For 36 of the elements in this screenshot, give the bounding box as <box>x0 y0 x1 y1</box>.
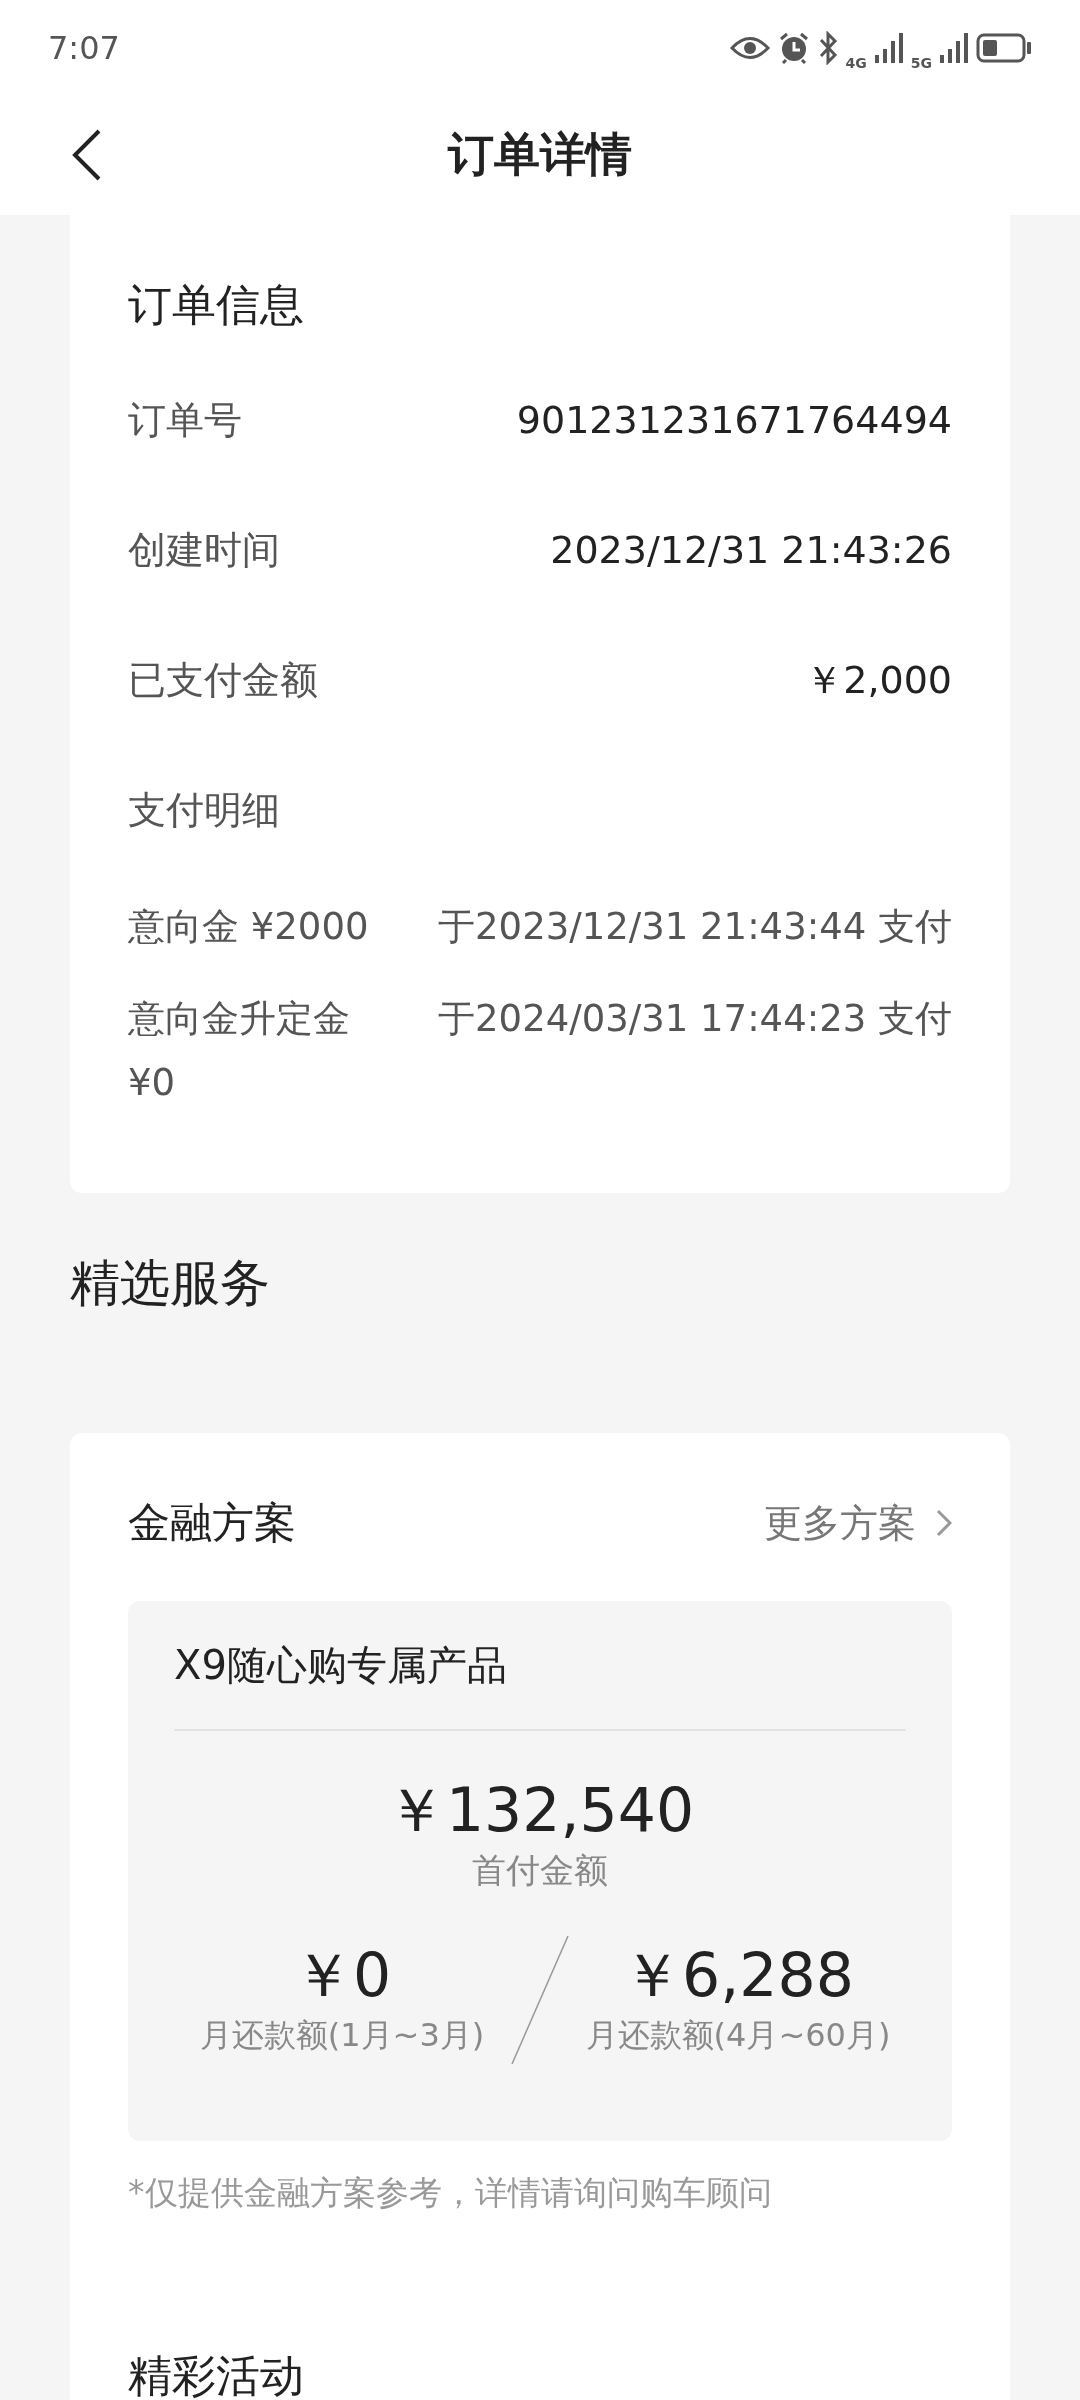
payment-time: 于2023/12/31 21:43:44 支付 <box>438 904 952 950</box>
field-label: 创建时间 <box>128 526 280 574</box>
field-label: 已支付金额 <box>128 656 318 704</box>
alarm-icon <box>777 31 810 64</box>
field-label: 支付明细 <box>128 786 280 834</box>
signal-icon <box>940 32 968 63</box>
field-value: 2023/12/31 21:43:26 <box>550 528 952 572</box>
monthly-amount: ￥0 <box>292 1940 392 2010</box>
bluetooth-icon <box>817 30 838 65</box>
monthly-label: 月还款额(1月~3月) <box>199 2015 485 2056</box>
signal-icon <box>874 32 903 63</box>
section-title: 订单信息 <box>128 278 305 332</box>
payment-label: 意向金 ¥2000 <box>128 904 370 950</box>
product-name: X9随心购专属产品 <box>174 1601 906 1731</box>
disclaimer-note: *仅提供金融方案参考，详情请询问购车顾问 <box>128 2172 773 2214</box>
down-payment-amount: ￥132,540 <box>384 1775 696 1845</box>
network-label: 5G <box>910 54 932 71</box>
battery-icon <box>976 32 1032 63</box>
status-time: 7:07 <box>48 28 120 67</box>
section-title: 金融方案 <box>128 1497 296 1549</box>
monthly-amount: ￥6,288 <box>622 1940 854 2010</box>
field-value: ￥2,000 <box>805 656 952 704</box>
section-title: 精彩活动 <box>128 2349 305 2400</box>
page-title: 订单详情 <box>448 126 632 183</box>
field-label: 订单号 <box>128 396 242 444</box>
more-plans-link[interactable]: 更多方案 <box>764 1497 952 1549</box>
payment-label: 意向金升定金 ¥0 <box>128 996 351 1106</box>
back-icon[interactable] <box>72 129 102 181</box>
section-heading: 精选服务 <box>70 1253 271 1314</box>
eye-icon <box>729 34 770 61</box>
network-label: 4G <box>845 54 867 71</box>
chevron-icon <box>936 1509 952 1537</box>
down-payment-label: 首付金额 <box>471 1849 609 1892</box>
monthly-label: 月还款额(4月~60月) <box>585 2015 891 2056</box>
payment-time: 于2024/03/31 17:44:23 支付 <box>438 996 952 1042</box>
field-value: 901231231671764494 <box>516 398 952 442</box>
